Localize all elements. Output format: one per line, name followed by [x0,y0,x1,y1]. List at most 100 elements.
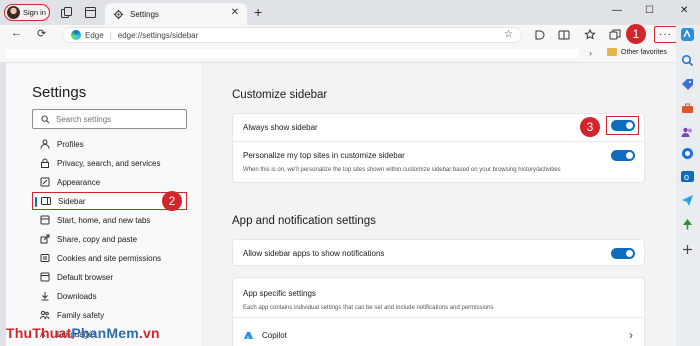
step-badge-2: 2 [162,191,182,211]
chevron-right-icon[interactable]: › [589,48,592,58]
nav-label: Appearance [57,177,101,187]
address-url[interactable]: edge://settings/sidebar [118,31,199,40]
other-favorites-label: Other favorites [621,48,667,56]
read-aloud-icon[interactable] [533,29,545,41]
folder-icon [607,48,617,56]
personalize-top-sites-toggle[interactable] [611,150,635,161]
workspaces-icon[interactable] [60,6,73,19]
search-icon [41,114,50,124]
sidebar-item-family-safety[interactable]: Family safety [32,306,187,324]
address-bar[interactable]: Edge | edge://settings/sidebar ☆ [62,27,522,43]
search-icon[interactable] [681,54,694,67]
app-specific-description: Each app contains individual settings th… [243,305,494,311]
sidebar-item-downloads[interactable]: Downloads [32,287,187,305]
sidebar-item-profiles[interactable]: Profiles [32,135,187,153]
nav-label: Sidebar [58,196,86,206]
allow-notifications-label: Allow sidebar apps to show notifications [243,249,385,258]
nav-label: Profiles [57,139,84,149]
step-badge-3: 3 [580,117,600,137]
sidebar-item-cookies[interactable]: Cookies and site permissions [32,249,187,267]
browser-icon [40,272,50,282]
send-icon[interactable] [681,194,694,207]
more-options-button[interactable]: ··· [654,26,677,43]
nav-label: Downloads [57,291,97,301]
tree-icon[interactable] [681,218,694,231]
settings-nav: Settings Profiles Privacy, search, and s… [6,63,203,346]
brush-icon [40,177,50,187]
chevron-right-icon: › [629,328,633,342]
home-icon [40,215,50,225]
toolbar: ← ⟳ Edge | edge://settings/sidebar ☆ 1 ·… [0,24,677,45]
people-icon[interactable] [681,126,694,139]
lock-icon [40,158,50,168]
minimize-button[interactable]: — [612,5,622,16]
favorites-icon[interactable] [584,28,596,41]
collections-icon[interactable] [609,29,621,41]
share-icon [40,234,50,244]
copilot-row[interactable]: Copilot › [243,327,633,343]
sidebar-item-appearance[interactable]: Appearance [32,173,187,191]
back-button[interactable]: ← [11,27,22,39]
tools-briefcase-icon[interactable] [681,102,694,115]
outlook-icon[interactable]: o [681,170,694,183]
favorite-star-icon[interactable]: ☆ [504,29,513,40]
search-settings-input[interactable] [56,114,176,124]
sign-in-label: Sign in [23,8,46,17]
maximize-button[interactable]: ☐ [645,5,654,16]
section-title-app-notification: App and notification settings [232,215,376,227]
notifications-card: Allow sidebar apps to show notifications [232,239,645,266]
settings-content: Customize sidebar Always show sidebar Pe… [203,63,676,346]
close-window-button[interactable]: ✕ [680,5,688,16]
watermark-part1: ThuThuat [6,325,72,341]
new-tab-button[interactable]: + [254,4,262,20]
family-icon [40,310,50,320]
nav-label: Cookies and site permissions [57,253,162,263]
personalize-top-sites-description: When this is on, we'll personalize the t… [243,167,561,173]
address-separator: | [109,30,112,40]
other-favorites-folder[interactable]: Other favorites [607,48,667,56]
shield-icon [40,253,50,263]
sign-in-button[interactable]: Sign in [4,4,50,21]
shopping-tag-icon[interactable] [681,78,694,91]
tab-settings[interactable]: Settings ✕ [105,3,247,25]
gear-icon [113,9,124,20]
person-icon [40,139,50,149]
sidebar-icon [41,196,51,206]
address-brand: Edge [85,30,104,40]
watermark-part2: PhanMem [71,325,139,341]
card-divider [233,317,644,318]
card-divider [233,141,644,142]
games-icon[interactable] [681,147,694,160]
edge-sidebar: o [676,25,700,346]
svg-text:o: o [684,172,689,182]
nav-label: Share, copy and paste [57,234,138,244]
sidebar-item-start-home[interactable]: Start, home, and new tabs [32,211,187,229]
always-show-sidebar-toggle[interactable] [611,120,635,131]
step-badge-1: 1 [626,24,646,44]
refresh-button[interactable]: ⟳ [37,27,46,40]
sidebar-item-share[interactable]: Share, copy and paste [32,230,187,248]
sidebar-item-default-browser[interactable]: Default browser [32,268,187,286]
search-box[interactable] [32,109,187,129]
favorites-bar: › Other favorites [0,45,676,63]
nav-label: Family safety [57,310,105,320]
sidebar-item-privacy[interactable]: Privacy, search, and services [32,154,187,172]
copilot-icon[interactable] [681,28,694,41]
tab-actions-icon[interactable] [84,6,97,19]
page-title: Settings [32,84,87,101]
avatar [7,6,20,19]
favorites-bar-empty [6,49,578,58]
copilot-icon [243,330,254,341]
split-screen-icon[interactable] [558,29,570,41]
app-specific-card: App specific settings Each app contains … [232,277,645,346]
close-tab-icon[interactable]: ✕ [231,7,239,18]
watermark-part3: .vn [138,325,160,341]
download-icon [40,291,50,301]
tab-title: Settings [130,9,159,19]
personalize-top-sites-label: Personalize my top sites in customize si… [243,151,405,160]
allow-notifications-toggle[interactable] [611,248,635,259]
nav-label: Privacy, search, and services [57,158,161,168]
always-show-sidebar-label: Always show sidebar [243,123,318,132]
watermark: ThuThuatPhanMem.vn [6,325,160,341]
add-icon[interactable] [681,243,694,256]
